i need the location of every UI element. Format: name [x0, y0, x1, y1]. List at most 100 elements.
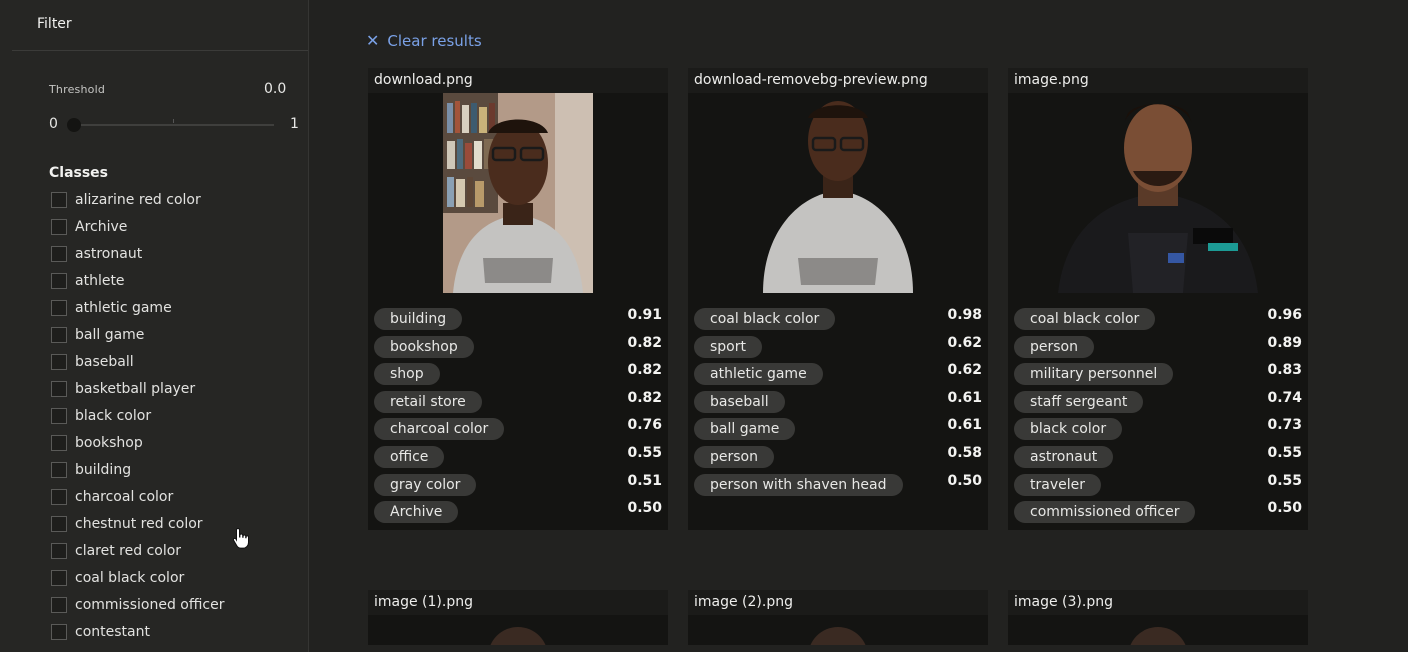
label-tag[interactable]: black color	[1014, 418, 1123, 441]
label-tag[interactable]: bookshop	[374, 335, 474, 358]
label-score: 0.74	[1267, 389, 1302, 406]
result-thumbnail[interactable]	[763, 93, 913, 293]
label-tag[interactable]: Archive	[374, 501, 459, 524]
label-tag[interactable]: commissioned officer	[1014, 501, 1196, 524]
class-item[interactable]: bookshop	[49, 429, 224, 456]
class-checkbox[interactable]	[51, 434, 67, 451]
class-checkbox[interactable]	[51, 272, 67, 289]
label-tag[interactable]: baseball	[694, 390, 785, 413]
label-tag[interactable]: astronaut	[1014, 445, 1114, 468]
class-item[interactable]: Archive	[49, 213, 224, 240]
class-label: chestnut red color	[75, 515, 203, 532]
label-tag[interactable]: office	[374, 445, 445, 468]
class-checkbox[interactable]	[51, 569, 67, 586]
label-tag[interactable]: person	[694, 445, 774, 468]
class-checkbox[interactable]	[51, 326, 67, 343]
label-tag[interactable]: shop	[374, 363, 440, 386]
label-score: 0.76	[627, 417, 662, 434]
card-body[interactable]	[368, 615, 668, 645]
class-checkbox[interactable]	[51, 380, 67, 397]
class-item[interactable]: commissioned officer	[49, 591, 224, 618]
class-item[interactable]: athletic game	[49, 294, 224, 321]
threshold-slider-thumb[interactable]	[67, 118, 81, 132]
card-filename: image.png	[1008, 68, 1308, 93]
card-filename: image (1).png	[368, 590, 668, 615]
label-tag[interactable]: military personnel	[1014, 363, 1174, 386]
class-item[interactable]: alizarine red color	[49, 186, 224, 213]
class-checkbox[interactable]	[51, 245, 67, 262]
label-tag[interactable]: coal black color	[1014, 308, 1156, 330]
label-row: person with shaven head 0.50	[694, 473, 982, 501]
racing-driver-image	[1058, 104, 1258, 293]
label-score: 0.82	[627, 389, 662, 406]
class-checkbox[interactable]	[51, 299, 67, 316]
class-checkbox[interactable]	[51, 515, 67, 532]
class-item[interactable]: coal black color	[49, 564, 224, 591]
label-score: 0.61	[947, 389, 982, 406]
class-checkbox[interactable]	[51, 191, 67, 208]
result-card: image (2).png	[688, 590, 988, 650]
label-row: astronaut 0.55	[1014, 445, 1302, 473]
threshold-slider-track[interactable]	[70, 124, 274, 126]
class-checkbox[interactable]	[51, 407, 67, 424]
card-body[interactable]	[688, 615, 988, 645]
slider-midpoint-tick	[173, 119, 174, 123]
card-body[interactable]	[1008, 615, 1308, 645]
card-body: coal black color 0.98 sport 0.62 athletic …	[688, 93, 988, 530]
class-checkbox[interactable]	[51, 488, 67, 505]
person-cutout-image	[763, 101, 913, 293]
label-tag[interactable]: building	[374, 308, 463, 330]
result-thumbnail[interactable]	[443, 93, 593, 293]
label-tag[interactable]: ball game	[694, 418, 796, 441]
clear-results-button[interactable]: ✕ Clear results	[366, 32, 482, 50]
label-score: 0.91	[627, 307, 662, 323]
label-tag[interactable]: person	[1014, 335, 1094, 358]
label-row: retail store 0.82	[374, 390, 662, 418]
result-thumbnail	[1128, 627, 1188, 645]
label-row: shop 0.82	[374, 362, 662, 390]
label-score: 0.82	[627, 334, 662, 351]
label-tag[interactable]: coal black color	[694, 308, 836, 330]
label-score: 0.62	[947, 334, 982, 351]
label-tag[interactable]: sport	[694, 335, 762, 358]
label-tag[interactable]: gray color	[374, 473, 477, 496]
class-label: basketball player	[75, 380, 196, 397]
label-row: person 0.89	[1014, 335, 1302, 363]
label-score: 0.89	[1267, 334, 1302, 351]
class-item[interactable]: claret red color	[49, 537, 224, 564]
label-tag[interactable]: staff sergeant	[1014, 390, 1144, 413]
label-tag[interactable]: person with shaven head	[694, 473, 903, 496]
label-tag[interactable]: charcoal color	[374, 418, 505, 441]
class-label: athlete	[75, 272, 125, 289]
class-item[interactable]: building	[49, 456, 224, 483]
class-item[interactable]: ball game	[49, 321, 224, 348]
label-score: 0.62	[947, 362, 982, 379]
class-checkbox[interactable]	[51, 353, 67, 370]
class-item[interactable]: contestant	[49, 618, 224, 645]
label-tag[interactable]: athletic game	[694, 363, 823, 386]
label-tag[interactable]: retail store	[374, 390, 482, 413]
class-item[interactable]: chestnut red color	[49, 510, 224, 537]
class-checkbox[interactable]	[51, 542, 67, 559]
label-tag[interactable]: traveler	[1014, 473, 1101, 496]
class-list: alizarine red color Archive astronaut at…	[49, 186, 224, 645]
class-item[interactable]: athlete	[49, 267, 224, 294]
class-item[interactable]: baseball	[49, 348, 224, 375]
class-item[interactable]: astronaut	[49, 240, 224, 267]
label-row: black color 0.73	[1014, 417, 1302, 445]
class-checkbox[interactable]	[51, 461, 67, 478]
class-item[interactable]: basketball player	[49, 375, 224, 402]
result-thumbnail[interactable]	[1058, 93, 1258, 293]
class-checkbox[interactable]	[51, 218, 67, 235]
label-row: traveler 0.55	[1014, 473, 1302, 501]
class-item[interactable]: black color	[49, 402, 224, 429]
label-score: 0.50	[627, 500, 662, 517]
class-label: alizarine red color	[75, 191, 201, 208]
class-item[interactable]: charcoal color	[49, 483, 224, 510]
class-checkbox[interactable]	[51, 596, 67, 613]
filter-title: Filter	[37, 16, 72, 32]
class-checkbox[interactable]	[51, 623, 67, 640]
result-thumbnail	[488, 627, 548, 645]
filter-sidebar: Filter Threshold 0.0 0 1 Classes alizari…	[0, 0, 309, 652]
label-row: gray color 0.51	[374, 473, 662, 501]
